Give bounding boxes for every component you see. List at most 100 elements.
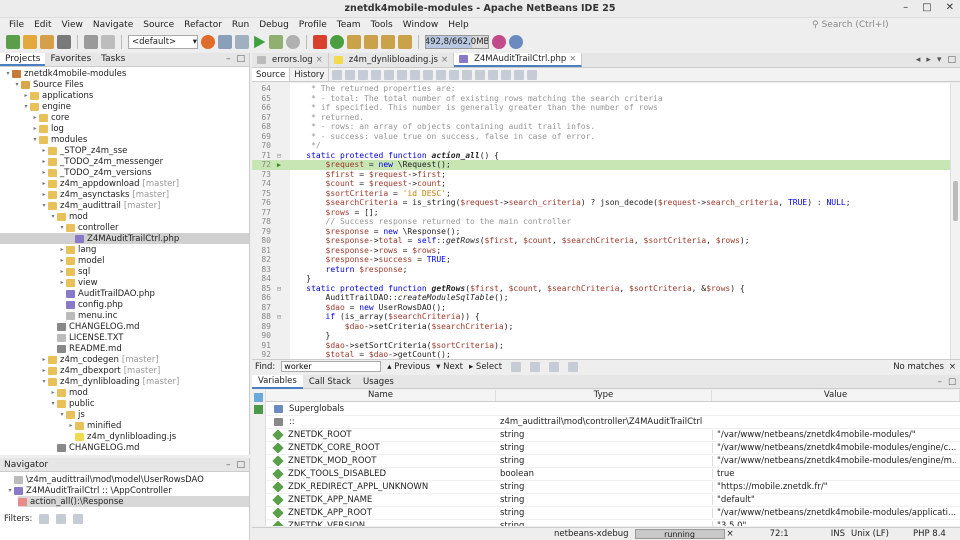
run-icon[interactable] [254, 35, 266, 49]
maximize-panel-icon[interactable]: □ [948, 377, 956, 387]
close-icon[interactable]: ✕ [946, 2, 954, 13]
code-line[interactable]: 71 ⊟ static protected function action_all… [252, 151, 952, 161]
variable-value[interactable]: "/var/www/netbeans/znetdk4mobile-modules… [712, 443, 956, 453]
history-view-button[interactable]: History [290, 68, 330, 81]
expand-toggle-icon[interactable]: ▸ [40, 180, 48, 187]
variable-value[interactable]: "/var/www/netbeans/znetdk4mobile-modules… [712, 508, 956, 518]
code-line[interactable]: 75 $sortCriteria = 'id DESC'; [252, 189, 952, 199]
tree-item[interactable]: ▸ log [0, 123, 249, 134]
expand-toggle-icon[interactable]: ▸ [40, 147, 48, 154]
tree-item[interactable]: ▾ mod [0, 211, 249, 222]
tree-item[interactable]: ▸ _STOP_z4m_sse [0, 145, 249, 156]
code-line[interactable]: 79 $response = new \Response(); [252, 227, 952, 237]
tree-item[interactable]: ▾ modules [0, 134, 249, 145]
expand-toggle-icon[interactable]: ▸ [58, 279, 66, 286]
variable-row[interactable]: ZNETDK_APP_ROOT string "/var/www/netbeans/… [266, 507, 960, 520]
tree-item[interactable]: menu.inc [0, 310, 249, 321]
tab-audittrailctrl-php[interactable]: Z4MAuditTrailCtrl.php × [454, 53, 583, 67]
close-tab-icon[interactable]: × [316, 55, 323, 65]
tree-item[interactable]: ▸ view [0, 277, 249, 288]
config-select[interactable]: <default> ▾ [128, 35, 198, 49]
menu-edit[interactable]: Edit [29, 20, 56, 30]
code-line[interactable]: 66 * if specified. This number is genera… [252, 103, 952, 113]
profile-ide-icon[interactable] [509, 35, 523, 49]
gc-icon[interactable] [492, 35, 506, 49]
filter-variables-icon[interactable] [254, 405, 263, 414]
variable-row[interactable]: ZNETDK_CORE_ROOT string "/var/www/netbeans… [266, 442, 960, 455]
expand-toggle-icon[interactable]: ▸ [40, 158, 48, 165]
next-bookmark-icon[interactable] [436, 69, 447, 80]
tree-item[interactable]: ▸ applications [0, 90, 249, 101]
tree-item[interactable]: config.php [0, 299, 249, 310]
expand-toggle-icon[interactable]: ▸ [67, 422, 75, 429]
code-line[interactable]: 74 $count = $request->count; [252, 179, 952, 189]
shift-right-icon[interactable] [475, 69, 486, 80]
variable-row[interactable]: ZNETDK_VERSION string "3.5.0" [266, 520, 960, 526]
maximize-icon[interactable]: □ [922, 2, 931, 13]
match-case-icon[interactable] [511, 361, 522, 372]
tree-item[interactable]: ▸ z4m_asynctasks [master] [0, 189, 249, 200]
menu-help[interactable]: Help [443, 20, 474, 30]
current-line[interactable]: 72 ▶ $request = new \Request(); [252, 160, 952, 170]
minimize-icon[interactable]: – [903, 2, 908, 13]
menu-team[interactable]: Team [332, 20, 366, 30]
source-view-button[interactable]: Source [252, 68, 291, 81]
last-edit-icon[interactable] [332, 69, 343, 80]
variable-value[interactable]: "default" [712, 495, 956, 505]
code-line[interactable]: 69 * - success: value true on success, f… [252, 132, 952, 142]
menu-tools[interactable]: Tools [366, 20, 398, 30]
tab-list-icon[interactable]: ▾ [937, 55, 942, 65]
menu-navigate[interactable]: Navigate [88, 20, 138, 30]
expand-toggle-icon[interactable]: ▾ [13, 81, 21, 88]
tree-item[interactable]: ▸ core [0, 112, 249, 123]
close-tab-icon[interactable]: × [441, 55, 448, 65]
memory-indicator[interactable]: 492,8/662,0MB [425, 35, 489, 49]
toggle-highlight-icon[interactable] [410, 69, 421, 80]
menu-run[interactable]: Run [227, 20, 254, 30]
undo-icon[interactable] [84, 35, 98, 49]
expand-toggle-icon[interactable]: ▸ [58, 257, 66, 264]
editor-scrollbar[interactable] [950, 83, 960, 359]
find-previous-icon[interactable] [371, 69, 382, 80]
expand-toggle-icon[interactable]: ▾ [40, 202, 48, 209]
debug-project-icon[interactable] [269, 35, 283, 49]
expand-toggle-icon[interactable]: ▾ [49, 400, 57, 407]
minimize-panel-icon[interactable]: – [938, 377, 942, 387]
code-line[interactable]: 65 * - total: The total number of existi… [252, 94, 952, 104]
column-value[interactable]: Value [712, 390, 960, 401]
expand-toggle-icon[interactable]: ▸ [40, 169, 48, 176]
comment-icon[interactable] [514, 69, 525, 80]
code-line[interactable]: 88 ⊟ if (is_array($searchCriteria)) { [252, 312, 952, 322]
menu-file[interactable]: File [4, 20, 29, 30]
expand-toggle-icon[interactable]: ▾ [49, 213, 57, 220]
tree-item[interactable]: AuditTrailDAO.php [0, 288, 249, 299]
code-line[interactable]: 70 */ [252, 141, 952, 151]
expand-toggle-icon[interactable]: ▸ [31, 114, 39, 121]
tab-call-stack[interactable]: Call Stack [303, 375, 357, 389]
variable-value[interactable]: "/var/www/netbeans/znetdk4mobile-modules… [712, 430, 956, 440]
back-icon[interactable] [345, 69, 356, 80]
tree-item[interactable]: ▾ Source Files [0, 79, 249, 90]
navigator-item[interactable]: action_all():\Response [18, 496, 249, 507]
profile-icon[interactable] [286, 35, 300, 49]
tree-item[interactable]: ▸ z4m_dbexport [master] [0, 365, 249, 376]
step-out-icon[interactable] [381, 35, 395, 49]
code-line[interactable]: 92 $total = $dao->getCount(); [252, 350, 952, 359]
code-line[interactable]: 64 * The returned properties are: [252, 84, 952, 94]
variable-value[interactable]: true [712, 469, 956, 479]
find-input[interactable] [281, 361, 382, 372]
code-line[interactable]: 81 $response->rows = $rows; [252, 246, 952, 256]
whole-words-icon[interactable] [530, 361, 541, 372]
expand-toggle-icon[interactable]: ▸ [40, 356, 48, 363]
expand-toggle-icon[interactable]: ▸ [58, 268, 66, 275]
expand-toggle-icon[interactable]: ▾ [4, 70, 12, 77]
tree-item[interactable]: LICENSE.TXT [0, 332, 249, 343]
expand-toggle-icon[interactable]: ▸ [49, 389, 57, 396]
expand-toggle-icon[interactable]: ▸ [40, 367, 48, 374]
tab-errors-log[interactable]: errors.log × [252, 53, 329, 67]
column-name[interactable]: Name [266, 390, 496, 401]
expand-toggle-icon[interactable]: ▸ [40, 191, 48, 198]
expand-toggle-icon[interactable]: ▸ [22, 92, 30, 99]
new-file-icon[interactable] [23, 35, 37, 49]
code-line[interactable]: 85 ⊟ static protected function getRows($f… [252, 284, 952, 294]
